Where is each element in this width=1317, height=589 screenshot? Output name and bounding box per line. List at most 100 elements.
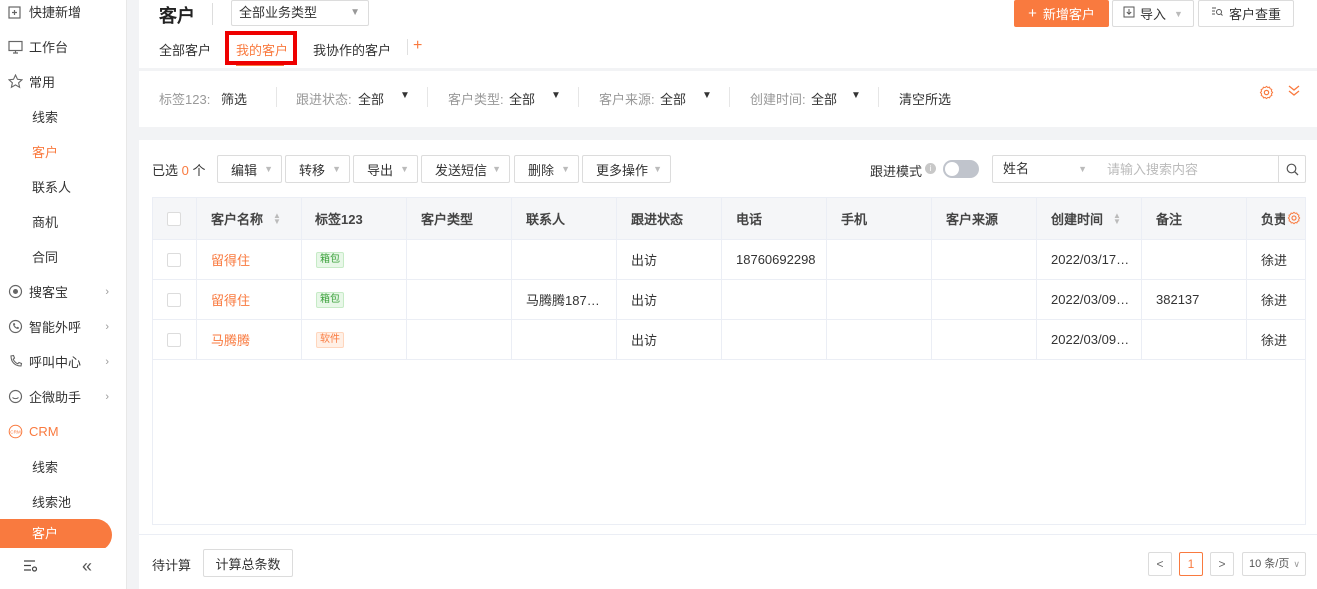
column-settings-gear-icon[interactable] [1285, 211, 1303, 228]
sidebar-item-call-center[interactable]: 呼叫中心 › [0, 344, 126, 379]
search-field-value: 姓名 [1003, 161, 1030, 176]
export-button[interactable]: 导出 ▼ [353, 155, 418, 183]
chevron-down-icon: ▼ [653, 164, 662, 174]
table-row[interactable]: 留得住 箱包 马腾腾187… 出访 2022/03/09… 382137 徐进 [153, 280, 1305, 320]
page-number-button[interactable]: 1 [1179, 552, 1203, 576]
edit-button[interactable]: 编辑 ▼ [217, 155, 282, 183]
sidebar-subitem-opportunities[interactable]: 商机 [32, 204, 58, 239]
caret-down-icon[interactable]: ▼ [400, 90, 410, 101]
customer-name-link[interactable]: 留得住 [211, 290, 250, 309]
info-icon: i [925, 163, 936, 174]
collapse-icon[interactable]: « [82, 556, 92, 577]
sidebar-item-wecom-assistant[interactable]: 企微助手 › [0, 379, 126, 414]
sort-icon[interactable]: ▲ ▼ [1113, 211, 1121, 225]
cell-tag: 箱包 [302, 240, 407, 279]
more-actions-button[interactable]: 更多操作 ▼ [582, 155, 671, 183]
col-header-contact: 联系人 [512, 198, 617, 239]
cell-source [932, 280, 1037, 319]
filter-follow-label: 跟进状态: [296, 92, 352, 107]
customer-name-link[interactable]: 马腾腾 [211, 330, 250, 349]
filter-type-value[interactable]: 全部 [509, 89, 535, 108]
add-box-icon [7, 4, 23, 20]
search-field-select[interactable]: 姓名 ▼ [992, 155, 1098, 183]
sidebar-subitem-crm-leads[interactable]: 线索 [32, 449, 58, 484]
select-all-cell [153, 198, 197, 239]
svg-text:CRM: CRM [10, 429, 21, 434]
business-type-select[interactable]: 全部业务类型 ▼ [231, 0, 369, 26]
sidebar-subitem-leads[interactable]: 线索 [32, 99, 58, 134]
button-label: 更多操作 [596, 162, 649, 178]
sidebar-subitem-contracts[interactable]: 合同 [32, 239, 58, 274]
chevron-down-icon: ▼ [1078, 164, 1087, 174]
button-label: 客户查重 [1228, 7, 1281, 22]
page-size-select[interactable]: 10 条/页 ∨ [1242, 552, 1306, 576]
table-row[interactable]: 留得住 箱包 出访 18760692298 2022/03/17… 徐进 [153, 240, 1305, 280]
sidebar-item-label: 呼叫中心 [29, 355, 82, 370]
cell-phone [722, 280, 827, 319]
tab-collab-customers[interactable]: 我协作的客户 [313, 40, 391, 59]
tab-all-customers[interactable]: 全部客户 [159, 40, 211, 59]
double-chevron-down-icon[interactable] [1287, 83, 1301, 102]
cell-contact: 马腾腾187… [512, 280, 617, 319]
row-checkbox[interactable] [167, 292, 181, 307]
divider [139, 534, 1317, 535]
caret-down-icon[interactable]: ▼ [551, 90, 561, 101]
follow-mode-toggle[interactable] [943, 160, 979, 178]
search-input[interactable] [1097, 155, 1279, 183]
calc-total-button[interactable]: 计算总条数 [203, 549, 293, 577]
sidebar-item-soukebao[interactable]: 搜客宝 › [0, 274, 126, 309]
divider [276, 87, 277, 107]
filter-source-value[interactable]: 全部 [660, 89, 686, 108]
sidebar-item-crm[interactable]: CRM CRM [0, 414, 126, 449]
sidebar-subitem-crm-customers[interactable]: 客户 [0, 519, 112, 551]
cell-owner: 徐进 [1261, 333, 1288, 348]
filter-tag-value[interactable]: 筛选 [221, 89, 247, 108]
chevron-down-icon: ▼ [492, 164, 501, 174]
row-checkbox[interactable] [167, 252, 181, 267]
menu-settings-icon[interactable] [22, 558, 38, 577]
cell-phone [722, 320, 827, 359]
divider [729, 87, 730, 107]
filter-follow-value[interactable]: 全部 [358, 89, 384, 108]
button-label: 发送短信 [435, 162, 488, 178]
sidebar-item-smart-call[interactable]: 智能外呼 › [0, 309, 126, 344]
sidebar-item-workbench[interactable]: 工作台 [0, 29, 126, 64]
customer-dedupe-button[interactable]: 客户查重 [1198, 0, 1294, 27]
pending-label: 待计算 [152, 558, 192, 573]
search-button[interactable] [1278, 155, 1306, 183]
cell-name: 马腾腾 [197, 320, 302, 359]
import-button[interactable]: 导入 ▼ [1112, 0, 1194, 27]
send-sms-button[interactable]: 发送短信 ▼ [421, 155, 510, 183]
filter-created-value[interactable]: 全部 [811, 89, 837, 108]
col-header-phone: 电话 [722, 198, 827, 239]
sidebar-item-quick-new[interactable]: 快捷新增 [0, 0, 126, 29]
cell-mobile [827, 280, 932, 319]
caret-down-icon[interactable]: ▼ [702, 90, 712, 101]
new-customer-button[interactable]: + 新增客户 [1014, 0, 1109, 27]
caret-down-icon[interactable]: ▼ [851, 90, 861, 101]
divider [578, 87, 579, 107]
sort-icon[interactable]: ▲ ▼ [273, 211, 281, 225]
dedupe-search-icon [1211, 6, 1223, 21]
delete-button[interactable]: 删除 ▼ [514, 155, 579, 183]
transfer-button[interactable]: 转移 ▼ [285, 155, 350, 183]
select-all-checkbox[interactable] [167, 211, 181, 226]
sidebar-subitem-contacts[interactable]: 联系人 [32, 169, 71, 204]
clear-filters-link[interactable]: 清空所选 [899, 89, 951, 108]
prev-page-button[interactable]: < [1148, 552, 1172, 576]
sidebar-subitem-crm-lead-pool[interactable]: 线索池 [32, 484, 71, 519]
sidebar-subitem-customers[interactable]: 客户 [32, 134, 58, 169]
table-row[interactable]: 马腾腾 软件 出访 2022/03/09… 徐进 [153, 320, 1305, 360]
col-header-created[interactable]: 创建时间 ▲ ▼ [1037, 198, 1142, 239]
sidebar-item-label: 快捷新增 [29, 5, 82, 20]
customer-name-link[interactable]: 留得住 [211, 250, 250, 269]
filter-type-label: 客户类型: [448, 92, 504, 107]
row-checkbox[interactable] [167, 332, 181, 347]
cell-remark [1142, 320, 1247, 359]
col-header-name[interactable]: 客户名称 ▲ ▼ [197, 198, 302, 239]
sidebar-item-common[interactable]: 常用 [0, 64, 126, 99]
gear-icon[interactable] [1259, 85, 1274, 103]
add-tab-icon[interactable]: + [413, 37, 422, 55]
next-page-button[interactable]: > [1210, 552, 1234, 576]
divider [427, 87, 428, 107]
